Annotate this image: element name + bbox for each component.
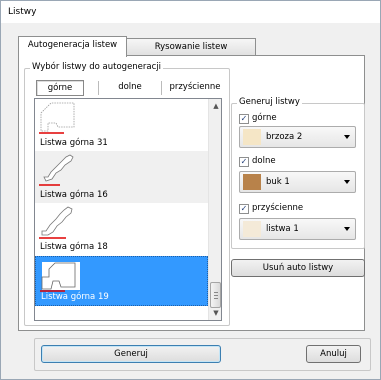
dropdown-arrow-icon: [344, 227, 350, 231]
subtab-divider: [98, 81, 99, 95]
checkmark-icon[interactable]: ✓: [239, 157, 249, 167]
list-item[interactable]: Listwa górna 18: [35, 203, 208, 255]
profile-31-icon: [39, 102, 75, 134]
material-select-gorne[interactable]: brzoza 2: [239, 126, 356, 148]
material-value: brzoza 2: [266, 132, 303, 142]
checkbox-label: dolne: [252, 156, 276, 166]
tab-rysowanie[interactable]: Rysowanie listew: [126, 38, 256, 56]
tab-label: Autogeneracja listew: [27, 40, 118, 50]
material-select-dolne[interactable]: buk 1: [239, 171, 356, 193]
selection-group-label: Wybór listwy do autogeneracji: [30, 62, 164, 72]
dropdown-arrow-icon: [344, 135, 350, 139]
subtab-label: górne: [47, 83, 73, 93]
cancel-button[interactable]: Anuluj: [306, 345, 361, 363]
material-select-przyscienne[interactable]: listwa 1: [239, 218, 356, 240]
subtab-dolne[interactable]: dolne: [110, 80, 150, 96]
subtab-divider: [161, 81, 162, 95]
scroll-down-arrow-icon[interactable]: ▼: [209, 306, 221, 320]
window-title: Listwy: [8, 7, 37, 17]
material-value: buk 1: [266, 177, 290, 187]
list-item-label: Listwa górna 31: [40, 138, 108, 148]
list-item-label: Listwa górna 16: [40, 190, 108, 200]
list-scrollbar[interactable]: ▲ ▼: [208, 99, 221, 320]
checkbox-label: przyścienne: [252, 203, 304, 213]
scroll-up-arrow-icon[interactable]: ▲: [209, 99, 221, 113]
generate-button[interactable]: Generuj: [41, 345, 221, 363]
subtab-label: dolne: [118, 82, 142, 92]
listwy-dialog: Listwy Autogeneracja listew Rysowanie li…: [0, 0, 381, 380]
subtab-label: przyścienne: [169, 82, 221, 92]
list-item-label: Listwa górna 18: [40, 242, 108, 252]
dropdown-arrow-icon: [344, 180, 350, 184]
profile-16-icon: [39, 154, 74, 186]
remove-auto-button[interactable]: Usuń auto listwy: [231, 259, 365, 277]
material-swatch: [243, 221, 261, 237]
checkbox-label: górne: [252, 113, 277, 123]
subtab-przyscienne[interactable]: przyścienne: [167, 80, 223, 96]
scroll-thumb[interactable]: [210, 282, 221, 308]
list-item-selected[interactable]: Listwa górna 19: [35, 256, 208, 306]
tab-autogeneracja[interactable]: Autogeneracja listew: [18, 36, 127, 57]
tab-label: Rysowanie listew: [154, 42, 228, 52]
profile-18-icon: [39, 206, 73, 239]
checkmark-icon[interactable]: ✓: [239, 204, 249, 214]
material-value: listwa 1: [266, 224, 299, 234]
list-item[interactable]: Listwa górna 31: [35, 99, 208, 151]
grip-line: [214, 295, 218, 296]
grip-line: [214, 292, 218, 293]
checkmark-icon[interactable]: ✓: [239, 114, 249, 124]
list-item[interactable]: Listwa górna 16: [35, 151, 208, 203]
material-swatch: [243, 129, 261, 145]
list-item-label: Listwa górna 19: [41, 292, 109, 302]
grip-line: [214, 298, 218, 299]
profile-19-icon: [40, 262, 80, 292]
title-bar: Listwy: [1, 1, 380, 23]
generate-group-label: Generuj listwy: [237, 97, 302, 107]
subtab-gorne[interactable]: górne: [36, 80, 84, 96]
profile-list[interactable]: Listwa górna 31 Listwa górna 16 Listwa g…: [34, 98, 222, 321]
material-swatch: [243, 174, 261, 190]
